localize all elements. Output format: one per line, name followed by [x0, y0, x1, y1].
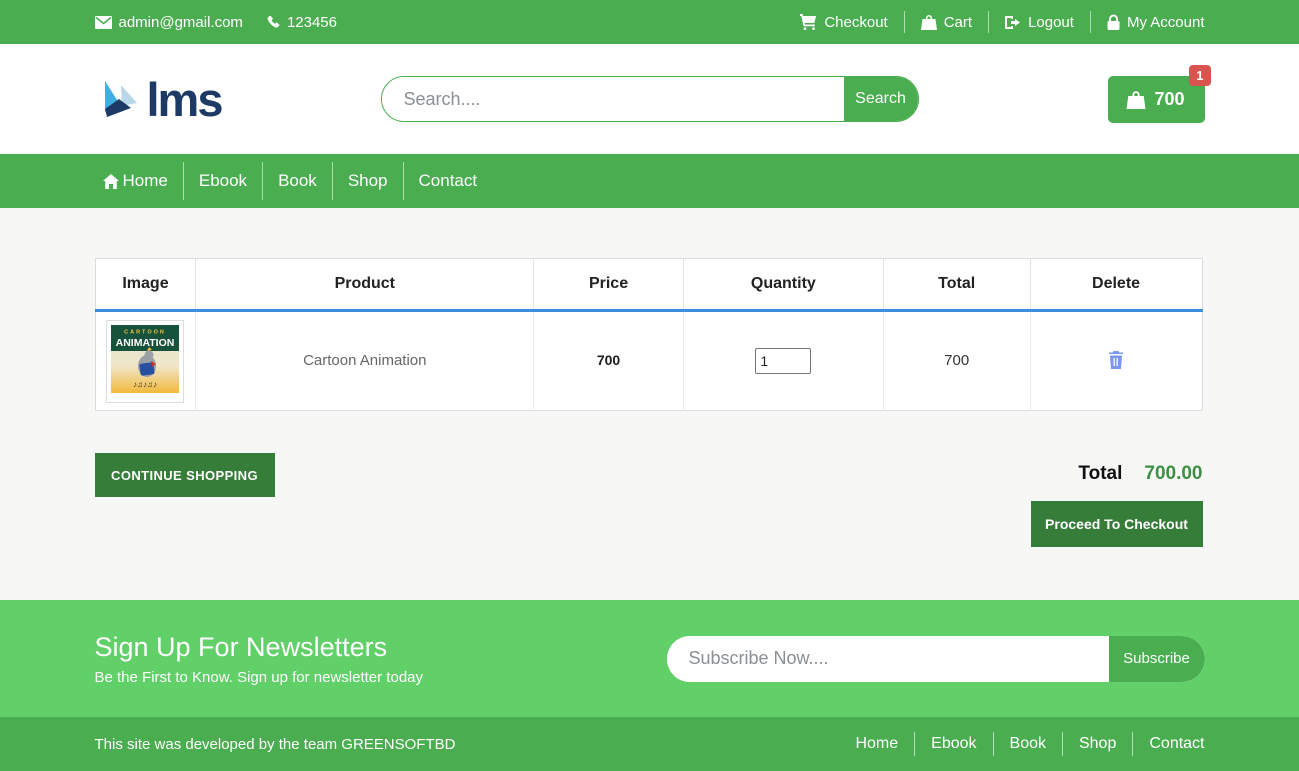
total-label: Total	[1078, 463, 1122, 485]
product-image: CARTOON ANIMATION ♪♫♪♫♪	[106, 320, 184, 403]
footer-links: Home Ebook Book Shop Contact	[839, 732, 1204, 756]
topbar-link-cart[interactable]: Cart	[905, 14, 988, 31]
footer-link-shop[interactable]: Shop	[1063, 735, 1132, 753]
newsletter-title: Sign Up For Newsletters	[95, 632, 424, 663]
nav-item-label: Book	[278, 171, 317, 191]
nav-item-ebook[interactable]: Ebook	[184, 171, 262, 191]
header: lms Search 700 1	[0, 44, 1299, 154]
bag-icon	[921, 14, 937, 30]
topbar-phone: 123456	[265, 14, 337, 31]
topbar-link-label: My Account	[1127, 14, 1205, 31]
delete-item-button[interactable]	[1106, 349, 1126, 374]
topbar-link-my-account[interactable]: My Account	[1091, 14, 1205, 31]
nav-item-label: Ebook	[199, 171, 247, 191]
logo-text: lms	[147, 72, 222, 127]
header-cart-total: 700	[1154, 89, 1184, 110]
topbar-link-checkout[interactable]: Checkout	[784, 14, 903, 31]
subscribe-input[interactable]	[667, 636, 1109, 682]
subscribe-button[interactable]: Subscribe	[1109, 636, 1205, 682]
product-price: 700	[597, 352, 620, 368]
envelope-icon	[95, 16, 112, 29]
cart-icon	[800, 14, 817, 30]
topbar-phone-text: 123456	[287, 14, 337, 31]
logo[interactable]: lms	[95, 71, 305, 127]
column-header-image: Image	[95, 259, 196, 311]
nav-item-home[interactable]: Home	[95, 171, 183, 191]
row-total: 700	[944, 352, 969, 369]
cart-summary: Total 700.00 Proceed To Checkout	[1031, 453, 1203, 547]
topbar-link-label: Logout	[1028, 14, 1074, 31]
proceed-to-checkout-button[interactable]: Proceed To Checkout	[1031, 501, 1203, 547]
column-header-delete: Delete	[1030, 259, 1202, 311]
product-image-text-line1: CARTOON	[125, 329, 167, 335]
nav-item-label: Contact	[419, 171, 478, 191]
nav-item-contact[interactable]: Contact	[404, 171, 493, 191]
cart-count-badge: 1	[1189, 65, 1210, 87]
cart-page: Image Product Price Quantity Total Delet…	[0, 208, 1299, 600]
search-input[interactable]	[382, 77, 844, 121]
footer-link-contact[interactable]: Contact	[1133, 735, 1204, 753]
newsletter-form: Subscribe	[667, 636, 1205, 682]
search-form: Search	[381, 76, 919, 122]
topbar-link-logout[interactable]: Logout	[989, 14, 1090, 31]
footer-link-ebook[interactable]: Ebook	[915, 735, 992, 753]
newsletter-subtitle: Be the First to Know. Sign up for newsle…	[95, 669, 424, 686]
header-cart-button[interactable]: 700 1	[1108, 76, 1204, 123]
phone-icon	[265, 15, 280, 30]
nav-item-label: Home	[123, 171, 168, 191]
bag-icon	[1126, 90, 1146, 109]
column-header-total: Total	[883, 259, 1030, 311]
lock-icon	[1107, 14, 1120, 30]
nav-item-book[interactable]: Book	[263, 171, 332, 191]
logo-play-icon	[95, 71, 143, 127]
topbar: admin@gmail.com 123456 Checkout Cart Log…	[0, 0, 1299, 44]
main-nav: Home Ebook Book Shop Contact	[0, 154, 1299, 208]
column-header-price: Price	[534, 259, 684, 311]
column-header-quantity: Quantity	[683, 259, 883, 311]
topbar-link-label: Checkout	[824, 14, 887, 31]
logout-icon	[1005, 15, 1021, 30]
newsletter-section: Sign Up For Newsletters Be the First to …	[0, 600, 1299, 717]
trash-icon	[1108, 351, 1124, 369]
cart-table: Image Product Price Quantity Total Delet…	[95, 258, 1203, 411]
nav-item-label: Shop	[348, 171, 388, 191]
footer-link-book[interactable]: Book	[994, 735, 1062, 753]
topbar-email: admin@gmail.com	[95, 14, 243, 31]
footer: This site was developed by the team GREE…	[0, 717, 1299, 771]
quantity-input[interactable]	[755, 348, 811, 374]
cart-table-header-row: Image Product Price Quantity Total Delet…	[95, 259, 1202, 311]
newsletter-text: Sign Up For Newsletters Be the First to …	[95, 632, 424, 686]
cart-table-row: CARTOON ANIMATION ♪♫♪♫♪ Cartoon An	[95, 311, 1202, 411]
product-name: Cartoon Animation	[303, 352, 426, 369]
nav-item-shop[interactable]: Shop	[333, 171, 403, 191]
footer-credit: This site was developed by the team GREE…	[95, 736, 456, 753]
product-image-text-line2: ANIMATION	[116, 337, 175, 349]
topbar-link-label: Cart	[944, 14, 972, 31]
topbar-email-text: admin@gmail.com	[119, 14, 243, 31]
continue-shopping-button[interactable]: CONTINUE SHOPPING	[95, 453, 275, 497]
home-icon	[103, 174, 119, 189]
total-value: 700.00	[1144, 463, 1202, 485]
product-image-notes: ♪♫♪♫♪	[133, 380, 157, 389]
search-button[interactable]: Search	[844, 77, 918, 121]
footer-link-home[interactable]: Home	[839, 735, 914, 753]
column-header-product: Product	[196, 259, 534, 311]
